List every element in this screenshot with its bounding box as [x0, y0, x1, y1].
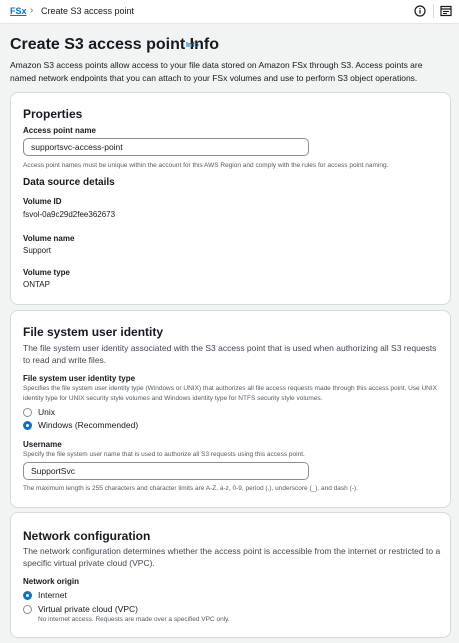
username-input[interactable] [23, 462, 309, 480]
external-panel-icon[interactable] [440, 5, 452, 17]
identity-description: The file system user identity associated… [23, 343, 437, 365]
page-description: Amazon S3 access points allow access to … [10, 60, 423, 83]
network-panel: Network configuration The network config… [10, 512, 451, 638]
radio-unix-label: Unix [38, 407, 56, 417]
info-circle-icon[interactable] [414, 5, 426, 17]
volume-name-label: Volume name [23, 234, 75, 243]
volume-name-value: Support [23, 246, 52, 255]
properties-panel: Properties Access point name Access poin… [10, 92, 451, 305]
network-description: The network configuration determines whe… [23, 546, 441, 568]
username-label: Username [23, 440, 62, 449]
identity-type-hint: Specifies the file system user identity … [23, 385, 438, 402]
radio-windows-dot[interactable] [23, 420, 32, 430]
radio-vpc-dot[interactable] [23, 604, 32, 614]
access-point-name-hint: Access point names must be unique within… [23, 162, 389, 169]
radio-internet-dot[interactable] [23, 590, 32, 600]
data-source-heading: Data source details [23, 177, 115, 188]
properties-heading: Properties [23, 107, 83, 121]
access-point-name-input[interactable] [23, 138, 309, 156]
radio-vpc[interactable]: Virtual private cloud (VPC) [23, 603, 138, 615]
radio-windows[interactable]: Windows (Recommended) [23, 419, 138, 431]
volume-type-value: ONTAP [23, 280, 50, 289]
radio-vpc-label: Virtual private cloud (VPC) [38, 604, 138, 614]
network-origin-label: Network origin [23, 577, 80, 586]
radio-unix-dot[interactable] [23, 407, 32, 417]
username-constraint: The maximum length is 255 characters and… [23, 485, 358, 492]
breadcrumb-current: Create S3 access point [41, 6, 135, 16]
chevron-right-icon: › [30, 5, 34, 16]
identity-panel: File system user identity The file syste… [10, 310, 451, 508]
identity-heading: File system user identity [23, 325, 164, 339]
info-link[interactable]: Info [186, 42, 199, 49]
volume-type-label: Volume type [23, 268, 70, 277]
radio-internet-label: Internet [38, 590, 67, 600]
volume-id-value: fsvol-0a9c29d2fee362673 [23, 210, 116, 219]
radio-unix[interactable]: Unix [23, 406, 55, 418]
access-point-name-label: Access point name [23, 126, 96, 135]
radio-windows-label: Windows (Recommended) [38, 420, 139, 430]
top-navigation-bar: FSx › Create S3 access point [0, 0, 459, 24]
username-hint: Specify the file system user name that i… [23, 451, 305, 458]
identity-type-label: File system user identity type [23, 374, 136, 383]
network-heading: Network configuration [23, 529, 151, 543]
vpc-hint: No internet access. Requests are made ov… [38, 616, 230, 623]
toolbar-divider [433, 4, 434, 18]
breadcrumb-fsx-link[interactable]: FSx [10, 6, 27, 16]
volume-id-label: Volume ID [23, 197, 62, 206]
radio-internet[interactable]: Internet [23, 589, 67, 601]
